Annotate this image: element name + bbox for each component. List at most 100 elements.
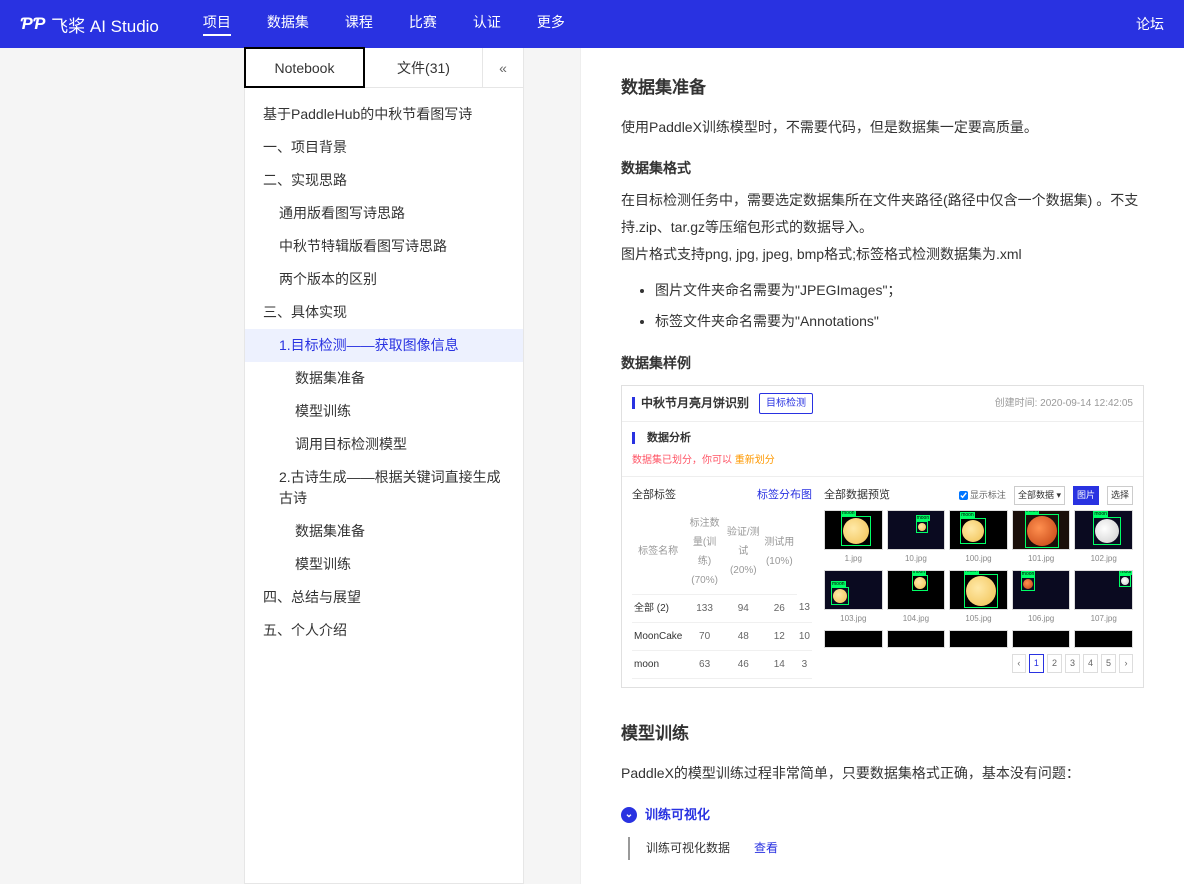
thumbnail[interactable] bbox=[824, 630, 883, 648]
article-content: 数据集准备 使用PaddleX训练模型时，不需要代码，但是数据集一定要高质量。 … bbox=[580, 48, 1184, 884]
toc-item[interactable]: 中秋节特辑版看图写诗思路 bbox=[245, 230, 523, 263]
thumbnail-caption: 1.jpg bbox=[824, 551, 883, 566]
viz-title: 训练可视化 bbox=[645, 803, 710, 828]
paragraph-train: PaddleX的模型训练过程非常简单，只要数据集格式正确，基本没有问题： bbox=[621, 760, 1144, 787]
resplit-link[interactable]: 重新划分 bbox=[735, 455, 775, 466]
thumbnail-caption: 10.jpg bbox=[887, 551, 946, 566]
brand-text: 飞桨 AI Studio bbox=[51, 12, 159, 37]
toc-item[interactable]: 模型训练 bbox=[245, 395, 523, 428]
thumbnail[interactable] bbox=[949, 630, 1008, 648]
thumbnail-image: moon bbox=[824, 510, 883, 550]
toc-item[interactable]: 基于PaddleHub的中秋节看图写诗 bbox=[245, 98, 523, 131]
thumbnail[interactable]: moon103.jpg bbox=[824, 570, 883, 626]
toc-item[interactable]: 模型训练 bbox=[245, 548, 523, 581]
thumbnail-caption: 101.jpg bbox=[1012, 551, 1071, 566]
thumbnail-caption: 105.jpg bbox=[949, 611, 1008, 626]
nav-more[interactable]: 更多 bbox=[537, 12, 565, 36]
toc-item[interactable]: 两个版本的区别 bbox=[245, 263, 523, 296]
toc-item[interactable]: 2.古诗生成——根据关键词直接生成古诗 bbox=[245, 461, 523, 515]
chevron-down-icon: ⌄ bbox=[621, 807, 637, 823]
card-section-title: 数据分析 bbox=[647, 428, 691, 449]
toc-item[interactable]: 四、总结与展望 bbox=[245, 581, 523, 614]
collapse-sidebar-icon[interactable]: « bbox=[483, 48, 523, 87]
table-header: 标签名称 bbox=[632, 510, 684, 595]
thumbnail-grid: moon1.jpgmoon10.jpgmoon100.jpgmoon101.jp… bbox=[824, 510, 1133, 648]
thumbnail[interactable]: moon107.jpg bbox=[1074, 570, 1133, 626]
thumbnail-caption: 102.jpg bbox=[1074, 551, 1133, 566]
nav-cert[interactable]: 认证 bbox=[473, 12, 501, 36]
thumbnail-image: moon bbox=[887, 570, 946, 610]
toc-item[interactable]: 通用版看图写诗思路 bbox=[245, 197, 523, 230]
thumbnail[interactable] bbox=[1074, 630, 1133, 648]
toc-item[interactable]: 三、具体实现 bbox=[245, 296, 523, 329]
brand-logo[interactable]: ƤƤ 飞桨 AI Studio bbox=[20, 12, 159, 37]
thumbnail[interactable]: moon10.jpg bbox=[887, 510, 946, 566]
card-created-time: 创建时间: 2020-09-14 12:42:05 bbox=[995, 394, 1133, 413]
page-number[interactable]: 5 bbox=[1101, 654, 1116, 673]
nav-dataset[interactable]: 数据集 bbox=[267, 12, 309, 36]
data-filter-select[interactable]: 全部数据 ▾ bbox=[1014, 486, 1065, 505]
paragraph-format1: 在目标检测任务中，需要选定数据集所在文件夹路径(路径中仅含一个数据集) 。不支持… bbox=[621, 187, 1144, 240]
page-number[interactable]: 1 bbox=[1029, 654, 1044, 673]
format-list: 图片文件夹命名需要为"JPEGImages"； 标签文件夹命名需要为"Annot… bbox=[655, 275, 1144, 336]
heading-format: 数据集格式 bbox=[621, 155, 1144, 182]
toc-item[interactable]: 数据集准备 bbox=[245, 362, 523, 395]
nav-competition[interactable]: 比赛 bbox=[409, 12, 437, 36]
paragraph-format2: 图片格式支持png, jpg, jpeg, bmp格式;标签格式检测数据集为.x… bbox=[621, 241, 1144, 268]
accent-bar-icon bbox=[632, 432, 635, 444]
thumbnail[interactable]: moon105.jpg bbox=[949, 570, 1008, 626]
show-annotation-checkbox[interactable] bbox=[959, 491, 968, 500]
thumbnail-image bbox=[887, 630, 946, 648]
thumbnail-image bbox=[1012, 630, 1071, 648]
thumbnail[interactable]: moon102.jpg bbox=[1074, 510, 1133, 566]
paragraph-intro: 使用PaddleX训练模型时，不需要代码，但是数据集一定要高质量。 bbox=[621, 114, 1144, 141]
view-mode-grid[interactable]: 选择 bbox=[1107, 486, 1133, 505]
page-prev[interactable]: ‹ bbox=[1012, 654, 1026, 673]
viz-view-link[interactable]: 查看 bbox=[754, 837, 778, 860]
dataset-sample-card: 中秋节月亮月饼识别 目标检测 创建时间: 2020-09-14 12:42:05… bbox=[621, 385, 1144, 688]
toc-item[interactable]: 调用目标检测模型 bbox=[245, 428, 523, 461]
page-number[interactable]: 3 bbox=[1065, 654, 1080, 673]
nav-project[interactable]: 项目 bbox=[203, 12, 231, 36]
view-mode-image[interactable]: 图片 bbox=[1073, 486, 1099, 505]
thumbnail[interactable]: moon104.jpg bbox=[887, 570, 946, 626]
heading-dataset-prep: 数据集准备 bbox=[621, 72, 1144, 104]
toc-item[interactable]: 五、个人介绍 bbox=[245, 614, 523, 647]
labels-title: 全部标签 bbox=[632, 485, 676, 506]
toc-item[interactable]: 二、实现思路 bbox=[245, 164, 523, 197]
page-number[interactable]: 4 bbox=[1083, 654, 1098, 673]
page-next[interactable]: › bbox=[1119, 654, 1133, 673]
labels-panel: 全部标签 标签分布图 标签名称标注数量(训练)(70%)验证/测试(20%)测试… bbox=[632, 485, 812, 679]
thumbnail[interactable]: moon106.jpg bbox=[1012, 570, 1071, 626]
thumbnail[interactable]: moon1.jpg bbox=[824, 510, 883, 566]
thumbnail[interactable]: moon101.jpg bbox=[1012, 510, 1071, 566]
thumbnail-caption: 104.jpg bbox=[887, 611, 946, 626]
thumbnail[interactable] bbox=[887, 630, 946, 648]
sidebar-tabs: Notebook 文件(31) « bbox=[245, 48, 523, 88]
table-row: MoonCake70481210 bbox=[632, 622, 812, 650]
table-header: 测试用(10%) bbox=[762, 510, 797, 595]
tab-notebook[interactable]: Notebook bbox=[244, 47, 365, 88]
logo-mark-icon: ƤƤ bbox=[20, 14, 45, 34]
thumbnail-image: moon bbox=[1012, 570, 1071, 610]
toc-item[interactable]: 数据集准备 bbox=[245, 515, 523, 548]
table-row: moon6346143 bbox=[632, 650, 812, 678]
preview-title: 全部数据预览 bbox=[824, 485, 890, 506]
thumbnail[interactable]: moon100.jpg bbox=[949, 510, 1008, 566]
page-number[interactable]: 2 bbox=[1047, 654, 1062, 673]
thumbnail-image bbox=[949, 630, 1008, 648]
thumbnail[interactable] bbox=[1012, 630, 1071, 648]
toc-item[interactable]: 一、项目背景 bbox=[245, 131, 523, 164]
labels-table: 标签名称标注数量(训练)(70%)验证/测试(20%)测试用(10%)全部 (2… bbox=[632, 510, 812, 679]
nav-forum[interactable]: 论坛 bbox=[1136, 14, 1164, 34]
tab-files[interactable]: 文件(31) bbox=[365, 48, 483, 87]
heading-sample: 数据集样例 bbox=[621, 350, 1144, 377]
label-dist-link[interactable]: 标签分布图 bbox=[757, 485, 812, 506]
show-annotation-toggle[interactable]: 显示标注 bbox=[959, 487, 1006, 504]
list-item: 图片文件夹命名需要为"JPEGImages"； bbox=[655, 275, 1144, 306]
viz-toggle[interactable]: ⌄ 训练可视化 bbox=[621, 803, 1144, 828]
thumbnail-caption: 100.jpg bbox=[949, 551, 1008, 566]
toc-item[interactable]: 1.目标检测——获取图像信息 bbox=[245, 329, 523, 362]
nav-course[interactable]: 课程 bbox=[345, 12, 373, 36]
split-status: 数据集已划分，你可以 bbox=[632, 455, 732, 466]
